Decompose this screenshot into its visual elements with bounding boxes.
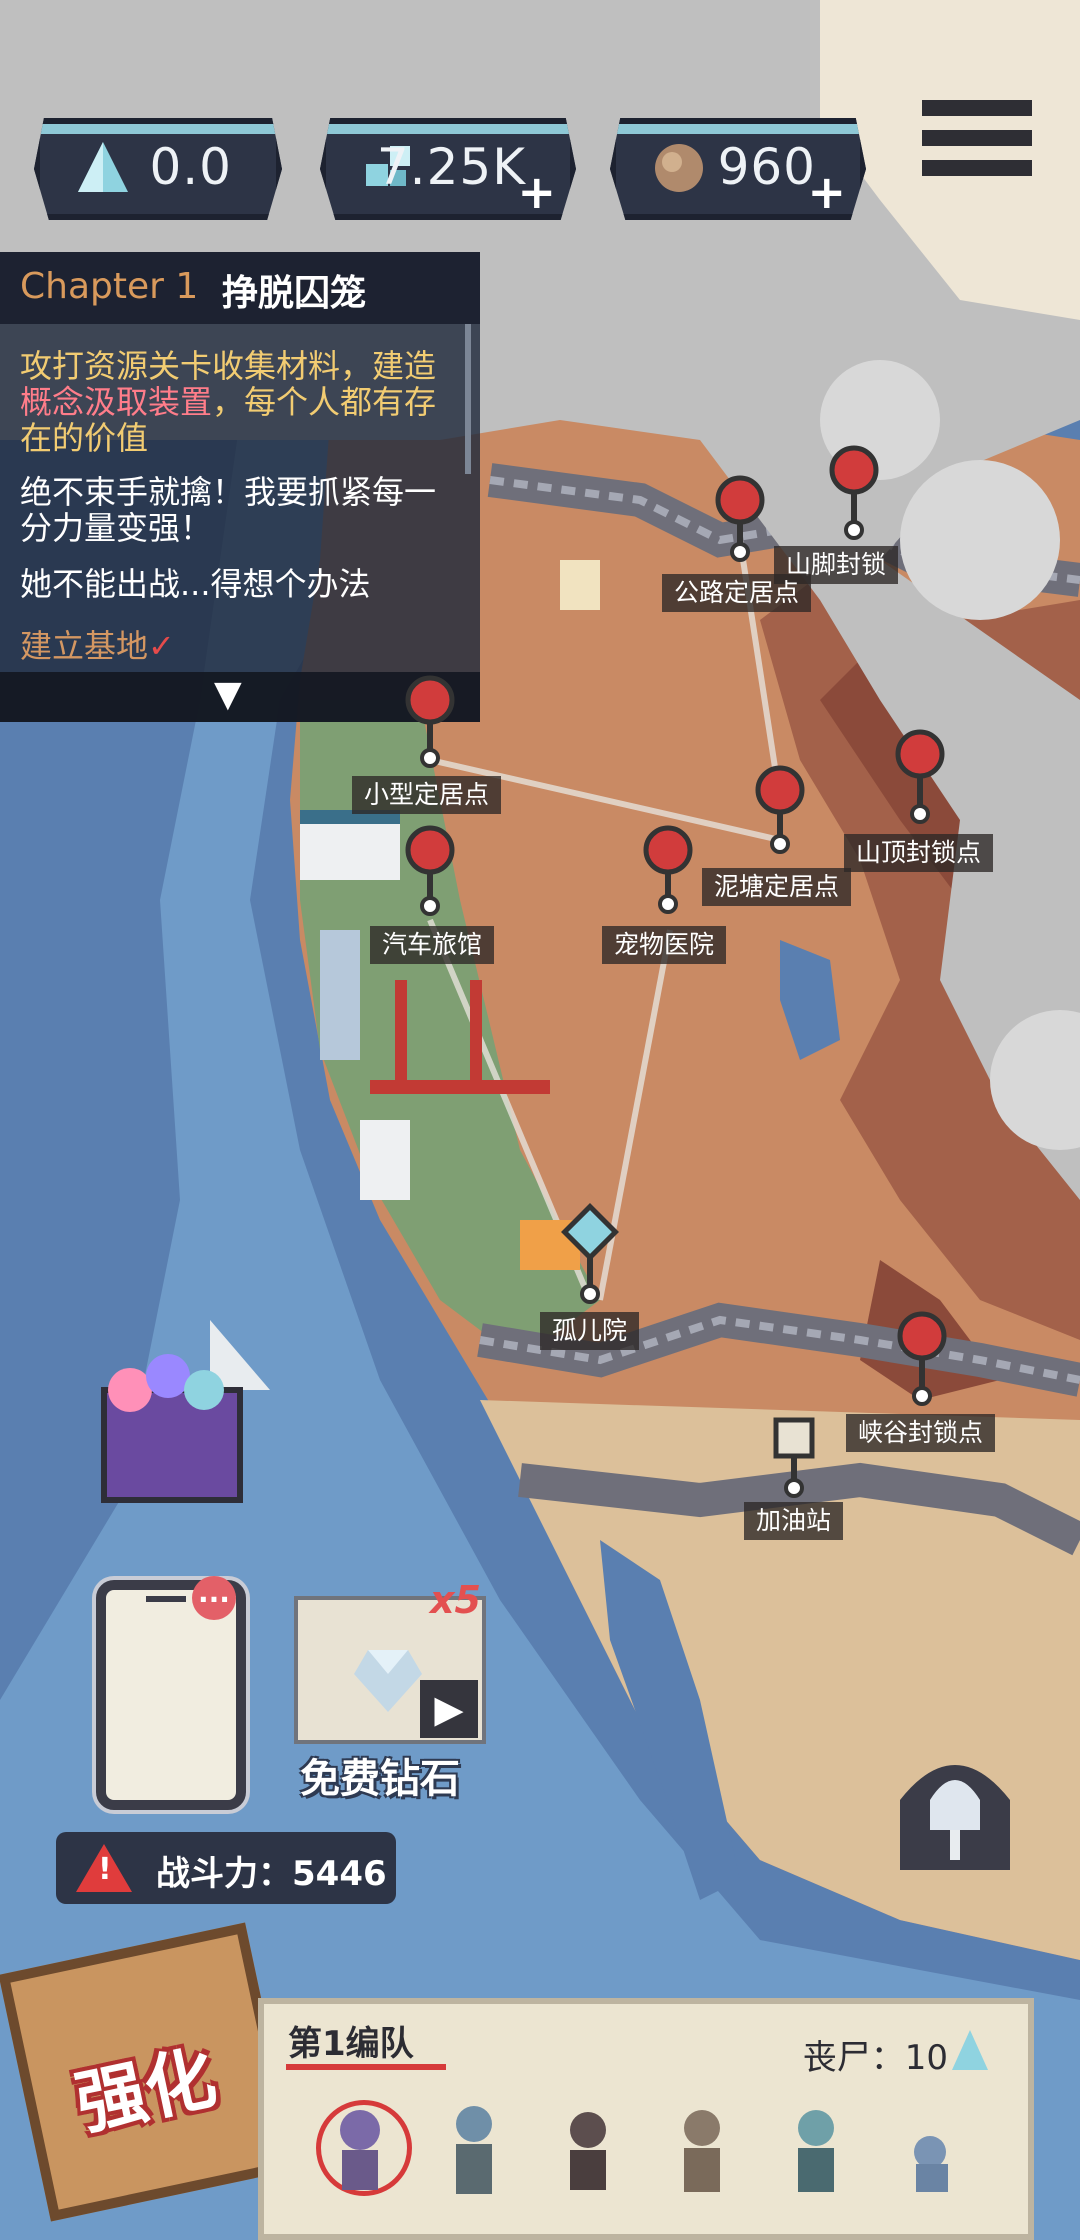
map-label-canyon[interactable]: 峡谷封锁点 [846,1414,996,1452]
quest-scrollbar[interactable] [465,324,471,474]
hamburger-menu-icon[interactable] [922,100,1032,190]
cat-portrait-icon [914,2136,948,2192]
reward-multiplier: x5 [430,1578,481,1622]
zombie-portrait-icon [684,2110,720,2192]
map-label-mud[interactable]: 泥塘定居点 [702,868,852,906]
diamond-plus-button[interactable]: + [517,169,556,215]
squad-panel[interactable]: 第1编队 丧尸：10 [258,1998,1034,2240]
squad-member[interactable] [662,2100,742,2200]
squad-member[interactable] [890,2100,970,2200]
map-label-pet[interactable]: 宠物医院 [602,926,727,964]
notification-badge: ... [192,1576,236,1620]
map-label-summit[interactable]: 山顶封锁点 [844,834,994,872]
video-play-icon[interactable]: ▶ [420,1680,478,1738]
zombie-portrait-icon [456,2106,492,2194]
crystal-value: 0.0 [149,138,232,196]
checkmark-icon: ✓ [148,627,175,665]
combat-power-label: 战斗力：5446 [156,1854,387,1894]
enhance-label: 强化 [68,2036,223,2146]
zombie-portrait-icon [570,2112,606,2190]
warning-icon: ! [76,1844,132,1892]
monster-box-icon[interactable] [90,1290,290,1520]
objective-highlight: 概念汲取装置 [20,383,213,421]
quest-objective-1[interactable]: 攻打资源关卡收集材料，建造概念汲取装置，每个人都有存在的价值 [20,348,450,456]
free-diamond-label[interactable]: 免费钻石 [300,1746,460,1804]
zombie-portrait-icon [798,2110,834,2192]
map-label-highway[interactable]: 公路定居点 [662,574,812,612]
stone-plus-button[interactable]: + [807,169,846,215]
objective-text: 建立基地 [20,627,149,665]
diamond-value: 7.25K [376,138,526,196]
quest-panel[interactable]: Chapter 1 挣脱囚笼 攻打资源关卡收集材料，建造概念汲取装置，每个人都有… [0,252,480,722]
triangle-crystal-icon [952,2030,988,2070]
crystal-resource[interactable]: 0.0 [34,118,282,220]
stone-icon [655,144,703,192]
squad-member[interactable] [434,2100,514,2200]
chevron-down-icon[interactable]: ▼ [214,674,242,715]
zombie-portrait-icon [340,2110,380,2190]
combat-power-panel[interactable]: ! 战斗力：5446 [56,1832,396,1904]
objective-text: 攻打资源关卡收集材料，建造 [20,347,437,385]
map-label-motel[interactable]: 汽车旅馆 [370,926,495,964]
game-screen: 0.0 7.25K + 960 + Chapter 1 挣脱囚笼 攻打资源关卡收… [0,0,1080,2240]
quest-objective-3[interactable]: 她不能出战...得想个办法 [20,566,450,602]
squad-member[interactable] [320,2100,400,2200]
squad-title-underline [286,2064,446,2070]
quest-objective-2[interactable]: 绝不束手就擒！我要抓紧每一分力量变强！ [20,474,450,546]
map-label-gas[interactable]: 加油站 [744,1502,844,1540]
enhance-button[interactable]: 强化 [0,1922,298,2222]
rocket-base-icon[interactable] [880,1730,1030,1890]
quest-objective-4[interactable]: 建立基地✓ [20,628,450,664]
stone-resource[interactable]: 960 + [610,118,866,220]
map-label-small[interactable]: 小型定居点 [352,776,502,814]
squad-member[interactable] [776,2100,856,2200]
map-label-orphanage[interactable]: 孤儿院 [540,1312,640,1350]
stone-value: 960 [717,138,816,196]
zombie-count: 丧尸：10 [802,2038,948,2078]
squad-title: 第1编队 [288,2024,414,2064]
triangle-crystal-icon [78,142,128,192]
chapter-title: 挣脱囚笼 [222,273,367,314]
squad-member[interactable] [548,2100,628,2200]
diamond-resource[interactable]: 7.25K + [320,118,576,220]
chapter-label: Chapter 1 [20,266,199,307]
phone-speaker [146,1596,186,1602]
quest-collapse-bar[interactable]: ▼ [0,672,480,722]
